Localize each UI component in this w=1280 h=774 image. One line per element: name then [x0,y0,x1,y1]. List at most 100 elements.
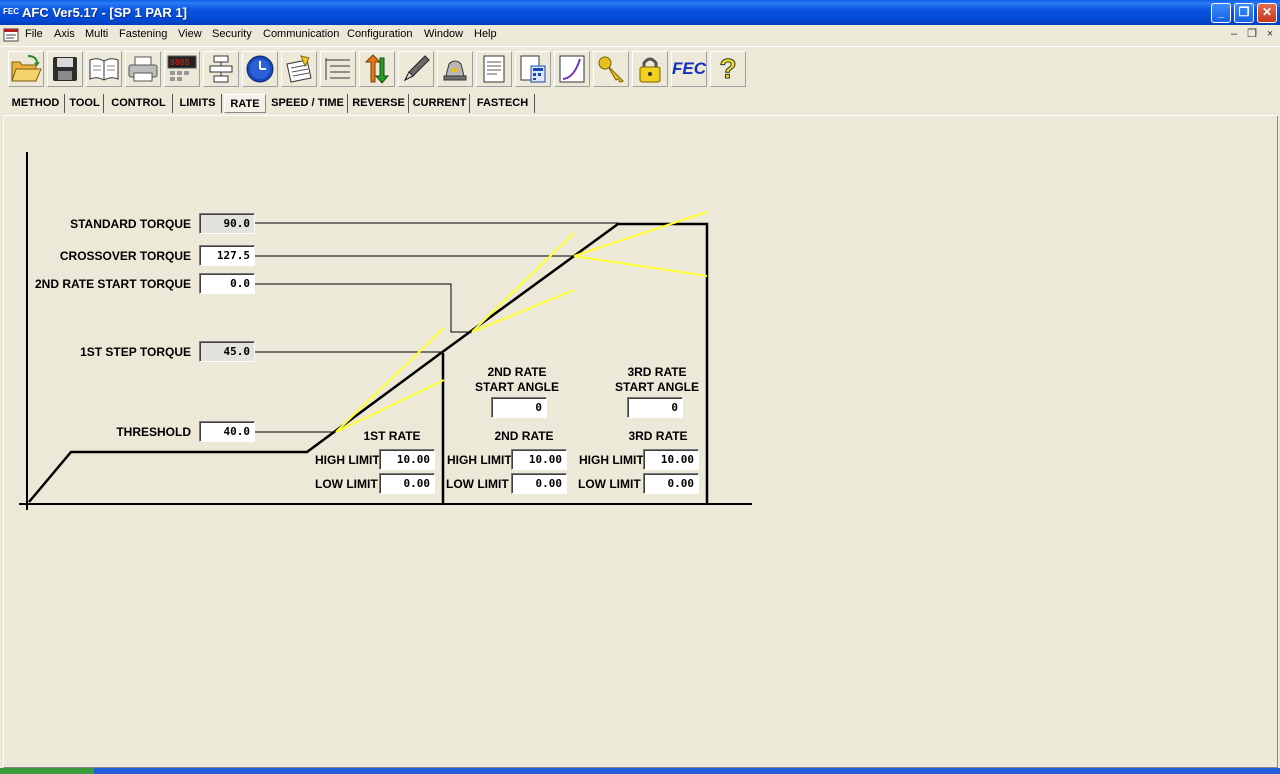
tab-limits[interactable]: LIMITS [174,94,222,113]
standard-torque-label: STANDARD TORQUE [70,217,191,231]
first-rate-low-limit-label: LOW LIMIT [315,477,378,491]
menu-help[interactable]: Help [474,28,497,40]
second-rate-high-limit-label: HIGH LIMIT [447,453,512,467]
first-step-torque-label: 1ST STEP TORQUE [80,345,191,359]
menu-multi[interactable]: Multi [85,28,108,40]
third-rate-low-limit-label: LOW LIMIT [578,477,641,491]
calculator-button[interactable] [515,51,551,87]
menu-fastening[interactable]: Fastening [119,28,167,40]
tab-speed-time[interactable]: SPEED / TIME [268,94,348,113]
crossover-torque-field[interactable]: 127.5 [199,245,255,266]
fec-button[interactable]: FEC [671,51,707,87]
threshold-field[interactable]: 40.0 [199,421,255,442]
lock-button[interactable] [632,51,668,87]
third-rate-title: 3RD RATE [628,429,688,443]
mdi-restore-button[interactable]: ❐ [1244,27,1260,41]
edit-button[interactable] [281,51,317,87]
sequence-button[interactable] [203,51,239,87]
menu-file[interactable]: File [25,28,43,40]
menu-view[interactable]: View [178,28,202,40]
manual-button[interactable] [86,51,122,87]
graph-icon [559,55,585,83]
tab-tool[interactable]: TOOL [66,94,104,113]
title-bar[interactable]: FEC AFC Ver5.17 - [SP 1 PAR 1] _ ❐ ✕ [0,0,1280,25]
first-step-torque-field[interactable]: 45.0 [199,341,255,362]
monitor-button[interactable]: 8888 [164,51,200,87]
menu-security[interactable]: Security [212,28,252,40]
menu-configuration[interactable]: Configuration [347,28,412,40]
taskbar-strip [0,768,1280,774]
first-rate-low-limit-field[interactable]: 0.00 [379,473,435,494]
monitor-display-icon: 8888 [167,55,197,81]
crossover-torque-label: CROSSOVER TORQUE [59,249,191,263]
second-rate-high-limit-field[interactable]: 10.00 [511,449,567,470]
flowchart-icon [209,55,233,83]
third-rate-low-limit-field[interactable]: 0.00 [643,473,699,494]
list-button[interactable] [320,51,356,87]
menu-axis[interactable]: Axis [54,28,75,40]
report-button[interactable] [476,51,512,87]
save-disk-icon [53,57,77,81]
second-rate-start-angle-label-line1: 2ND RATE [487,365,547,379]
tab-method[interactable]: METHOD [7,94,65,113]
document-window-icon[interactable] [3,28,19,42]
pen-icon [403,55,430,82]
second-rate-title: 2ND RATE [494,429,554,443]
up-down-arrows-icon [364,54,390,84]
pen-button[interactable] [398,51,434,87]
first-rate-high-limit-field[interactable]: 10.00 [379,449,435,470]
transfer-button[interactable] [359,51,395,87]
open-book-icon [89,58,119,81]
tab-current[interactable]: CURRENT [410,94,470,113]
help-question-icon: ? [719,53,737,85]
document-icon [483,55,505,83]
tab-rate[interactable]: RATE [224,94,266,113]
first-rate-title: 1ST RATE [363,429,421,443]
help-button[interactable]: ? [710,51,746,87]
second-rate-low-limit-field[interactable]: 0.00 [511,473,567,494]
mdi-close-button[interactable]: × [1262,27,1278,41]
third-rate-start-angle-label-line1: 3RD RATE [627,365,687,379]
save-button[interactable] [47,51,83,87]
rate-panel: STANDARD TORQUE 90.0 CROSSOVER TORQUE 12… [3,116,1278,768]
mdi-minimize-button[interactable]: – [1226,27,1242,41]
standard-torque-field[interactable]: 90.0 [199,213,255,234]
svg-text:8888: 8888 [170,58,189,67]
third-rate-start-angle-label-line2: START ANGLE [615,380,699,394]
second-rate-low-limit-label: LOW LIMIT [446,477,509,491]
second-rate-start-angle-label-line2: START ANGLE [475,380,559,394]
print-button[interactable] [125,51,161,87]
second-rate-start-angle-field[interactable]: 0 [491,397,547,418]
fec-logo-icon: FEC [672,59,706,78]
clock-icon [246,55,274,83]
first-rate-high-limit-label: HIGH LIMIT [315,453,380,467]
key-icon [598,56,624,83]
second-rate-start-torque-field[interactable]: 0.0 [199,273,255,294]
alarm-button[interactable] [437,51,473,87]
tab-reverse[interactable]: REVERSE [349,94,409,113]
start-button-strip[interactable] [0,768,94,774]
printer-icon [128,56,158,82]
minimize-button[interactable]: _ [1211,3,1231,23]
edit-document-icon [286,55,312,83]
third-rate-start-angle-field[interactable]: 0 [627,397,683,418]
restore-button[interactable]: ❐ [1234,3,1254,23]
menu-communication[interactable]: Communication [263,28,339,40]
tab-control[interactable]: CONTROL [105,94,173,113]
open-folder-icon [11,55,42,82]
threshold-label: THRESHOLD [116,425,191,439]
tab-row: METHOD TOOL CONTROL LIMITS RATE SPEED / … [3,92,1278,116]
tab-fastech[interactable]: FASTECH [471,94,535,113]
graph-button[interactable] [554,51,590,87]
toolbar: 8888 FEC ? [0,46,1280,90]
menu-bar: File Axis Multi Fastening View Security … [0,25,1280,45]
key-button[interactable] [593,51,629,87]
menu-window[interactable]: Window [424,28,463,40]
clock-button[interactable] [242,51,278,87]
close-button[interactable]: ✕ [1257,3,1277,23]
list-settings-icon [325,58,350,80]
third-rate-high-limit-label: HIGH LIMIT [579,453,644,467]
third-rate-high-limit-field[interactable]: 10.00 [643,449,699,470]
bell-icon [443,60,467,81]
open-button[interactable] [8,51,44,87]
